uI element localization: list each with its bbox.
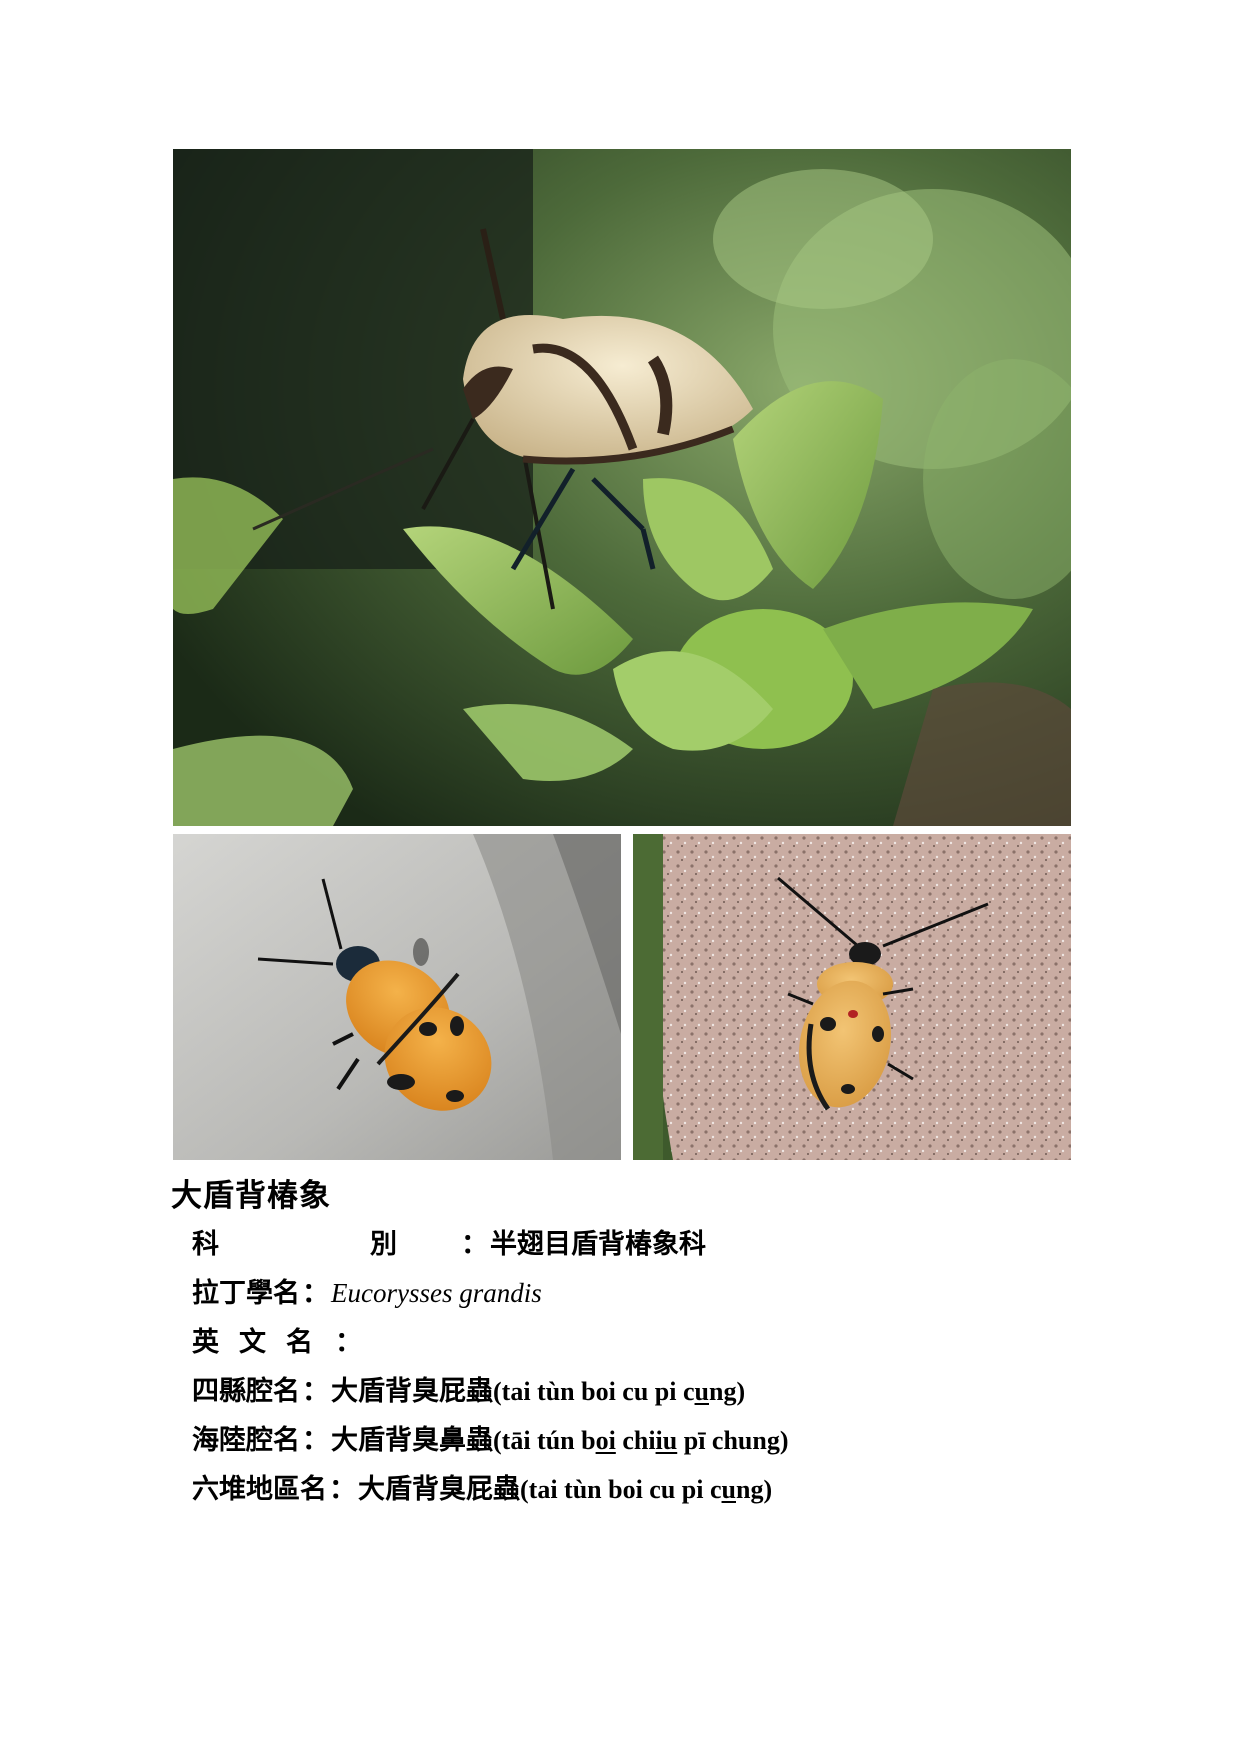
family-row: 科 別 ： 半翅目盾背椿象科 — [192, 1222, 1052, 1271]
family-label: 科 別 — [192, 1229, 459, 1260]
sixian-row: 四縣腔名 ： 大盾背臭屁蟲 (tai tùn boi cu pi cung) — [192, 1369, 1052, 1418]
species-info: 科 別 ： 半翅目盾背椿象科 拉丁學名 ： Eucorysses grandis… — [192, 1222, 1052, 1516]
english-row: 英文名 ： — [192, 1320, 1052, 1369]
liudui-han: 大盾背臭屁蟲 — [358, 1474, 520, 1505]
family-colon: ： — [461, 1229, 488, 1260]
liudui-romanization: (tai tùn boi cu pi cung) — [520, 1475, 773, 1504]
hailu-label: 海陸腔名 — [192, 1425, 300, 1456]
liudui-label: 六堆地區名 — [192, 1474, 327, 1505]
liudui-colon: ： — [329, 1474, 356, 1505]
hailu-romanization: (tāi tún boi chiiu pī chung) — [493, 1426, 789, 1455]
liudui-row: 六堆地區名 ： 大盾背臭屁蟲 (tai tùn boi cu pi cung) — [192, 1467, 1052, 1516]
latin-row: 拉丁學名 ： Eucorysses grandis — [192, 1271, 1052, 1320]
main-insect-photo — [173, 149, 1071, 826]
hailu-colon: ： — [302, 1425, 329, 1456]
family-value: 半翅目盾背椿象科 — [490, 1229, 706, 1260]
species-title: 大盾背椿象 — [171, 1178, 331, 1214]
hailu-row: 海陸腔名 ： 大盾背臭鼻蟲 (tāi tún boi chiiu pī chun… — [192, 1418, 1052, 1467]
english-colon: ： — [335, 1327, 362, 1358]
hailu-han: 大盾背臭鼻蟲 — [331, 1425, 493, 1456]
right-insect-photo — [633, 834, 1071, 1160]
latin-colon: ： — [302, 1278, 329, 1309]
latin-value: Eucorysses grandis — [331, 1278, 542, 1308]
english-label: 英文名 — [192, 1327, 333, 1358]
left-insect-photo — [173, 834, 621, 1160]
latin-label: 拉丁學名 — [192, 1278, 300, 1309]
sixian-label: 四縣腔名 — [192, 1376, 300, 1407]
sixian-han: 大盾背臭屁蟲 — [331, 1376, 493, 1407]
sixian-colon: ： — [302, 1376, 329, 1407]
sixian-romanization: (tai tùn boi cu pi cung) — [493, 1377, 746, 1406]
